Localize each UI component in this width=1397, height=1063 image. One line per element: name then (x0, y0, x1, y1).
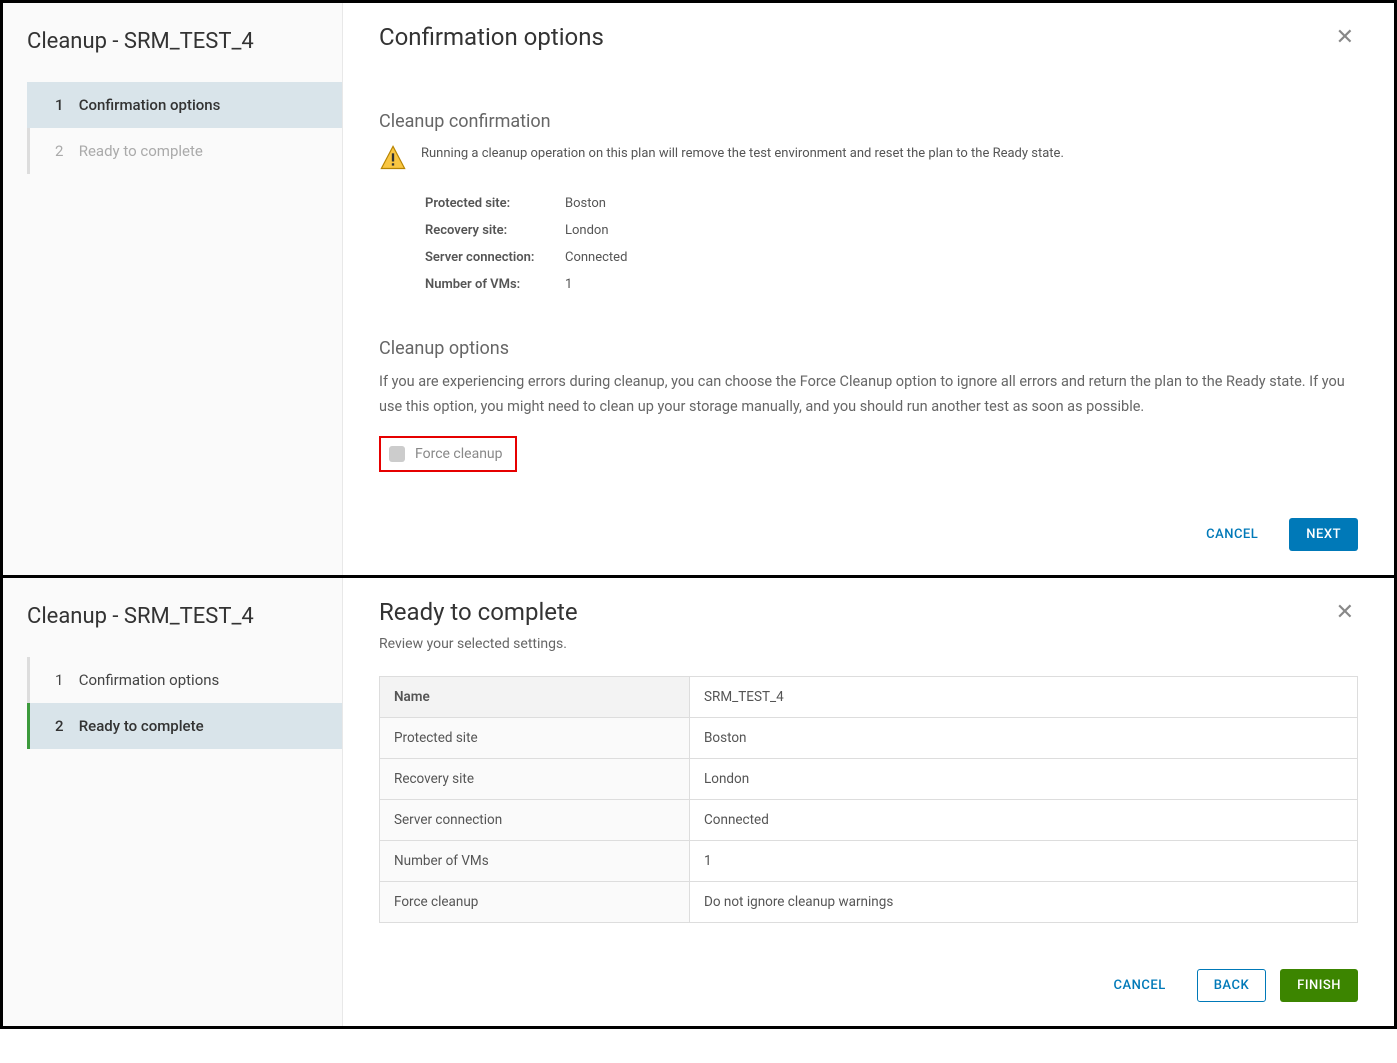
step-number: 1 (55, 671, 75, 689)
page-title: Ready to complete (379, 598, 578, 626)
row-value: Boston (690, 717, 1358, 758)
table-row: Number of VMs 1 (380, 840, 1358, 881)
step-confirmation-options[interactable]: 1 Confirmation options (27, 657, 342, 703)
info-row-protected-site: Protected site: Boston (425, 190, 1358, 217)
warning-icon (379, 144, 407, 176)
warning-row: Running a cleanup operation on this plan… (379, 142, 1358, 176)
next-button[interactable]: NEXT (1289, 518, 1358, 551)
step-label: Ready to complete (79, 142, 203, 160)
page-title: Confirmation options (379, 23, 604, 51)
table-row: Server connection Connected (380, 799, 1358, 840)
step-number: 2 (55, 142, 75, 160)
dialog-confirmation-options: Cleanup - SRM_TEST_4 1 Confirmation opti… (3, 3, 1394, 578)
cancel-button[interactable]: CANCEL (1189, 518, 1275, 551)
close-icon[interactable]: ✕ (1332, 23, 1358, 53)
info-value: London (565, 223, 609, 238)
wizard-steps: 1 Confirmation options 2 Ready to comple… (27, 657, 342, 749)
step-label: Confirmation options (79, 96, 221, 114)
wizard-steps: 1 Confirmation options 2 Ready to comple… (27, 82, 342, 174)
row-value: Do not ignore cleanup warnings (690, 881, 1358, 922)
step-ready-to-complete[interactable]: 2 Ready to complete (27, 703, 342, 749)
table-row: Name SRM_TEST_4 (380, 676, 1358, 717)
row-label: Recovery site (380, 758, 690, 799)
step-confirmation-options[interactable]: 1 Confirmation options (27, 82, 342, 128)
force-cleanup-checkbox[interactable] (389, 446, 405, 462)
row-value: Connected (690, 799, 1358, 840)
back-button[interactable]: BACK (1197, 969, 1266, 1002)
info-value: Boston (565, 196, 606, 211)
finish-button[interactable]: FINISH (1280, 969, 1358, 1002)
wizard-main: Confirmation options ✕ Cleanup confirmat… (343, 3, 1394, 575)
info-value: Connected (565, 250, 627, 265)
step-number: 1 (55, 96, 75, 114)
table-row: Recovery site London (380, 758, 1358, 799)
step-number: 2 (55, 717, 75, 735)
page-subtitle: Review your selected settings. (379, 636, 578, 652)
force-cleanup-checkbox-row[interactable]: Force cleanup (379, 436, 517, 472)
wizard-main: Ready to complete Review your selected s… (343, 578, 1394, 1026)
cleanup-options-description: If you are experiencing errors during cl… (379, 369, 1358, 420)
table-row: Protected site Boston (380, 717, 1358, 758)
review-table: Name SRM_TEST_4 Protected site Boston Re… (379, 676, 1358, 923)
info-row-server-connection: Server connection: Connected (425, 244, 1358, 271)
row-value: SRM_TEST_4 (690, 676, 1358, 717)
row-label: Number of VMs (380, 840, 690, 881)
section-cleanup-options-title: Cleanup options (379, 338, 1358, 359)
warning-text: Running a cleanup operation on this plan… (421, 142, 1064, 164)
info-row-recovery-site: Recovery site: London (425, 217, 1358, 244)
info-value: 1 (565, 277, 572, 292)
row-label: Name (380, 676, 690, 717)
dialog-footer: CANCEL NEXT (379, 518, 1358, 551)
step-label: Confirmation options (79, 671, 220, 689)
dialog-footer: CANCEL BACK FINISH (379, 969, 1358, 1002)
row-label: Server connection (380, 799, 690, 840)
info-label: Server connection: (425, 250, 565, 265)
info-row-number-of-vms: Number of VMs: 1 (425, 271, 1358, 298)
row-value: 1 (690, 840, 1358, 881)
info-label: Number of VMs: (425, 277, 565, 292)
row-label: Protected site (380, 717, 690, 758)
step-ready-to-complete: 2 Ready to complete (27, 128, 342, 174)
info-label: Recovery site: (425, 223, 565, 238)
row-value: London (690, 758, 1358, 799)
cancel-button[interactable]: CANCEL (1097, 969, 1183, 1002)
row-label: Force cleanup (380, 881, 690, 922)
step-label: Ready to complete (79, 717, 204, 735)
sidebar-title: Cleanup - SRM_TEST_4 (3, 19, 342, 82)
dialog-ready-to-complete: Cleanup - SRM_TEST_4 1 Confirmation opti… (3, 578, 1394, 1026)
sidebar-title: Cleanup - SRM_TEST_4 (3, 594, 342, 657)
info-grid: Protected site: Boston Recovery site: Lo… (425, 190, 1358, 298)
wizard-sidebar: Cleanup - SRM_TEST_4 1 Confirmation opti… (3, 578, 343, 1026)
close-icon[interactable]: ✕ (1332, 598, 1358, 628)
wizard-sidebar: Cleanup - SRM_TEST_4 1 Confirmation opti… (3, 3, 343, 575)
force-cleanup-label: Force cleanup (415, 446, 503, 462)
table-row: Force cleanup Do not ignore cleanup warn… (380, 881, 1358, 922)
info-label: Protected site: (425, 196, 565, 211)
section-cleanup-confirmation-title: Cleanup confirmation (379, 111, 1358, 132)
